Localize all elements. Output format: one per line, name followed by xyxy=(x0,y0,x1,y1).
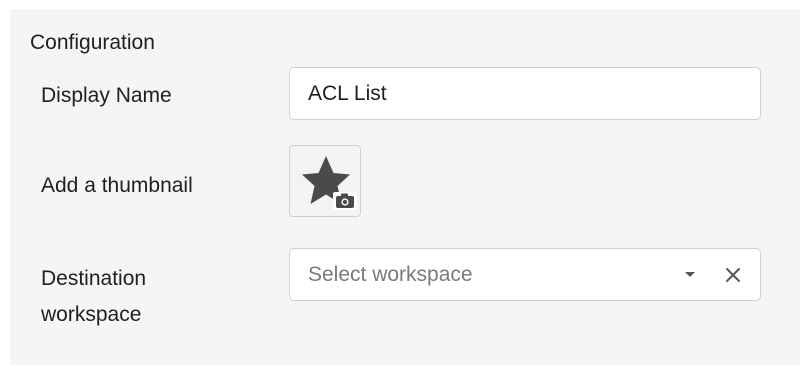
caret-down-icon[interactable] xyxy=(685,272,695,277)
section-title: Configuration xyxy=(30,31,155,54)
close-icon[interactable] xyxy=(722,264,744,286)
destination-workspace-label: Destination workspace xyxy=(41,267,147,326)
camera-icon xyxy=(333,192,357,210)
display-name-input[interactable] xyxy=(289,67,761,120)
display-name-label: Display Name xyxy=(41,84,172,107)
thumbnail-label: Add a thumbnail xyxy=(41,174,193,197)
thumbnail-button[interactable] xyxy=(289,145,361,217)
workspace-select[interactable]: Select workspace xyxy=(289,248,761,301)
workspace-select-placeholder: Select workspace xyxy=(308,263,473,286)
